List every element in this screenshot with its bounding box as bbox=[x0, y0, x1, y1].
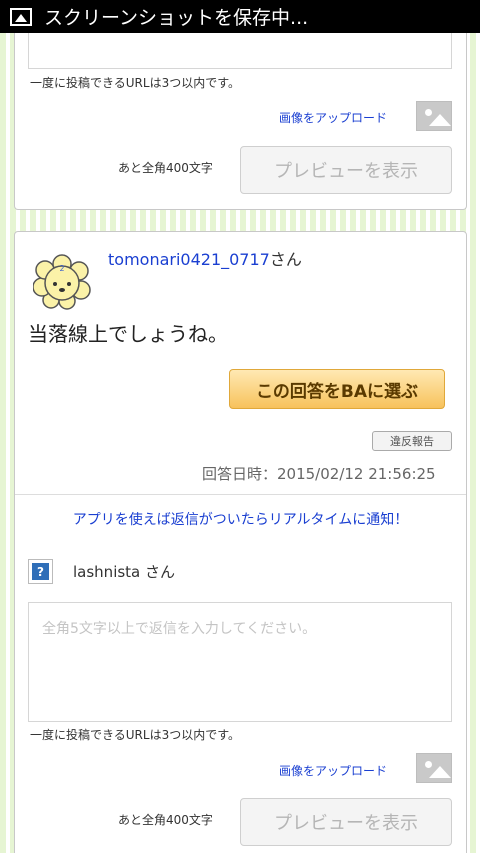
reply-textarea[interactable] bbox=[28, 33, 452, 69]
image-upload-icon[interactable] bbox=[416, 101, 452, 131]
answered-at: 回答日時：2015/02/12 21:56:25 bbox=[202, 465, 436, 483]
reply-placeholder: 全角5文字以上で返信を入力してください。 bbox=[42, 621, 317, 637]
answer-username[interactable]: tomonari0421_0717さん bbox=[108, 246, 302, 270]
remaining-chars: あと全角400文字 bbox=[118, 161, 213, 175]
avatar[interactable]: 2 bbox=[33, 254, 91, 310]
preview-button[interactable]: プレビューを表示 bbox=[240, 798, 452, 846]
answer-card: 2 tomonari0421_0717さん 当落線上でしょうね。 この回答をBA… bbox=[14, 231, 467, 853]
status-title: スクリーンショットを保存中... bbox=[44, 7, 309, 29]
preview-button[interactable]: プレビューを表示 bbox=[240, 146, 452, 194]
divider bbox=[15, 494, 466, 495]
question-avatar-icon: ? bbox=[28, 559, 53, 584]
reply-form-card-top: 一度に投稿できるURLは3つ以内です。 画像をアップロード あと全角400文字 … bbox=[14, 33, 467, 210]
url-limit-note: 一度に投稿できるURLは3つ以内です。 bbox=[30, 728, 241, 742]
choose-best-answer-button[interactable]: この回答をBAに選ぶ bbox=[229, 369, 445, 409]
screenshot-icon bbox=[10, 7, 32, 26]
remaining-chars: あと全角400文字 bbox=[118, 813, 213, 827]
report-button[interactable]: 違反報告 bbox=[372, 431, 452, 451]
svg-text:2: 2 bbox=[59, 264, 64, 273]
image-upload-icon[interactable] bbox=[416, 753, 452, 783]
reply-user-name: lashnista さん bbox=[73, 563, 176, 581]
upload-image-link[interactable]: 画像をアップロード bbox=[279, 762, 387, 779]
status-bar: スクリーンショットを保存中... bbox=[0, 0, 480, 33]
reply-textarea[interactable]: 全角5文字以上で返信を入力してください。 bbox=[28, 602, 452, 722]
app-notice-link[interactable]: アプリを使えば返信がついたらリアルタイムに通知！ bbox=[15, 509, 466, 529]
url-limit-note: 一度に投稿できるURLは3つ以内です。 bbox=[30, 76, 241, 90]
answer-text: 当落線上でしょうね。 bbox=[28, 322, 228, 346]
reply-user-row: ? lashnista さん bbox=[28, 559, 175, 584]
upload-image-link[interactable]: 画像をアップロード bbox=[279, 109, 387, 126]
